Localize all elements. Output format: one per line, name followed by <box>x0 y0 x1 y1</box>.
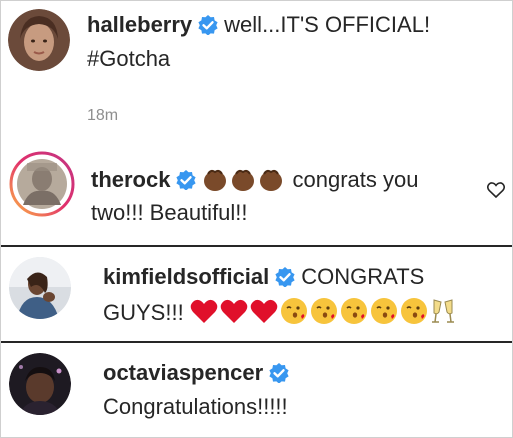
face-blowing-kiss-icon <box>340 298 367 324</box>
comment-text: Congratulations!!!!! <box>103 394 288 419</box>
face-blowing-kiss-icon <box>280 298 307 324</box>
username[interactable]: halleberry <box>87 12 192 37</box>
avatar[interactable] <box>9 353 71 415</box>
verified-badge-icon <box>198 15 218 35</box>
verified-badge-icon <box>176 170 197 190</box>
comment-text: CONGRATS <box>301 264 425 289</box>
username[interactable]: kimfieldsofficial <box>103 264 269 289</box>
comment-text: well...IT'S OFFICIAL! <box>224 12 431 37</box>
red-heart-icon <box>250 299 278 323</box>
divider <box>1 245 512 247</box>
comment-text-cont: two!!! Beautiful!! <box>91 200 248 225</box>
face-blowing-kiss-icon <box>400 298 427 324</box>
clapping-hands-icon <box>232 169 255 191</box>
clapping-hands-icon <box>204 169 227 191</box>
hashtag-link[interactable]: #Gotcha <box>87 46 170 71</box>
comment-text-cont: GUYS!!! <box>103 300 184 325</box>
verified-badge-icon <box>269 363 289 383</box>
face-blowing-kiss-icon <box>370 298 397 324</box>
clinking-glasses-icon <box>431 299 454 323</box>
divider <box>1 341 512 343</box>
comment-text: congrats you <box>292 167 419 192</box>
clapping-hands-icon <box>260 169 283 191</box>
username[interactable]: octaviaspencer <box>103 360 263 385</box>
verified-badge-icon <box>275 267 295 287</box>
red-heart-icon <box>220 299 248 323</box>
avatar[interactable] <box>8 9 70 71</box>
like-heart-icon[interactable] <box>487 182 505 198</box>
red-heart-icon <box>190 299 218 323</box>
avatar[interactable] <box>9 257 71 319</box>
face-blowing-kiss-icon <box>310 298 337 324</box>
avatar[interactable] <box>9 151 75 217</box>
username[interactable]: therock <box>91 167 170 192</box>
timestamp: 18m <box>87 107 119 124</box>
comment-feed: halleberry well...IT'S OFFICIAL! #Gotcha … <box>0 0 513 438</box>
